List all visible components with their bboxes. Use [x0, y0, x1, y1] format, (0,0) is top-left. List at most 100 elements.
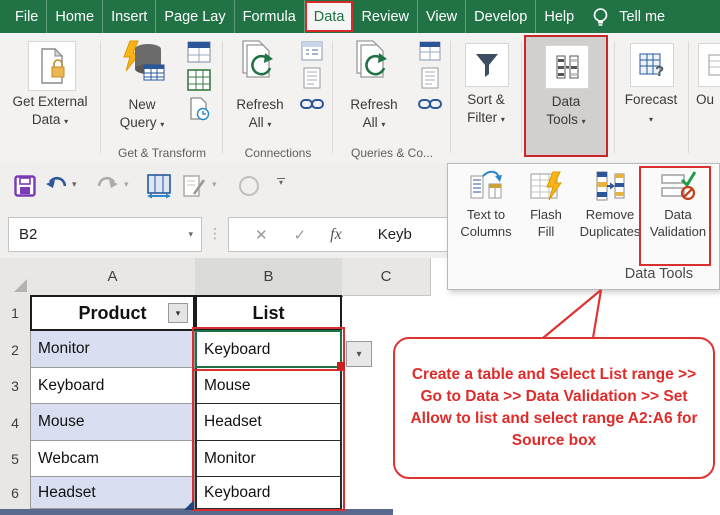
- group-separator: [521, 41, 522, 153]
- forecast-label: Forecast ▾: [616, 91, 686, 127]
- cell-a3[interactable]: Keyboard: [30, 368, 195, 404]
- data-validation-button[interactable]: DataValidation: [646, 170, 710, 241]
- cell-b2[interactable]: Keyboard: [195, 331, 342, 368]
- annotation-text: Create a table and Select List range >> …: [409, 364, 699, 452]
- group-label-queries: Queries & Co...: [334, 146, 450, 160]
- column-header-a[interactable]: A: [30, 258, 196, 296]
- ribbon: Get External Data ▾ New Que: [0, 33, 720, 164]
- edit-links-icon[interactable]: [418, 95, 442, 113]
- lightbulb-icon: [592, 7, 609, 27]
- tab-file[interactable]: File: [0, 0, 47, 33]
- refresh-all-button[interactable]: Refresh All ▾: [228, 39, 292, 132]
- new-query-icon: [116, 39, 168, 91]
- column-width-icon[interactable]: [146, 173, 172, 199]
- formula-bar-resize-dots[interactable]: ⋮: [208, 217, 222, 250]
- customize-qat-button[interactable]: ▾: [276, 178, 286, 187]
- group-get-external-data[interactable]: Get External Data ▾: [2, 33, 98, 163]
- new-query-button[interactable]: New Query ▾: [110, 39, 174, 132]
- refresh-all-label-2: Refresh All ▾: [342, 96, 406, 132]
- autofilter-dropdown-button[interactable]: ▾: [168, 303, 188, 323]
- forecast-icon: ?: [630, 43, 674, 87]
- tab-developer[interactable]: Develop: [466, 0, 536, 33]
- tab-insert[interactable]: Insert: [103, 0, 156, 33]
- sort-filter-label: Sort & Filter ▾: [452, 91, 520, 127]
- column-header-c[interactable]: C: [342, 258, 431, 296]
- row-header-6[interactable]: 6: [0, 477, 31, 510]
- tab-home[interactable]: Home: [47, 0, 103, 33]
- cell-a5[interactable]: Webcam: [30, 441, 195, 477]
- properties-icon[interactable]: [302, 67, 322, 89]
- tab-help[interactable]: Help: [536, 0, 582, 33]
- group-separator: [688, 41, 689, 153]
- tab-review[interactable]: Review: [353, 0, 418, 33]
- properties-icon[interactable]: [420, 67, 440, 89]
- edit-links-icon[interactable]: [300, 95, 324, 113]
- sort-filter-button[interactable]: Sort & Filter ▾: [452, 33, 520, 163]
- group-connections: Refresh All ▾ Connections: [224, 33, 332, 163]
- show-queries-icon[interactable]: [419, 41, 441, 61]
- cell-a2[interactable]: Monitor: [30, 331, 195, 368]
- row-header-4[interactable]: 4: [0, 404, 31, 442]
- edit-document-icon[interactable]: [182, 174, 206, 198]
- circle-icon[interactable]: [238, 175, 260, 197]
- row-header-2[interactable]: 2: [0, 331, 31, 369]
- cell-b6[interactable]: Keyboard: [195, 477, 342, 509]
- from-table-icon[interactable]: [187, 41, 211, 63]
- red-corner-marker: [337, 362, 345, 370]
- table-grid-icon[interactable]: [187, 69, 211, 91]
- fx-icon[interactable]: fx: [330, 226, 342, 244]
- flash-fill-button[interactable]: FlashFill: [518, 170, 574, 241]
- row-header-5[interactable]: 5: [0, 441, 31, 478]
- table-header-product: Product: [78, 303, 146, 324]
- text-to-columns-label: Text toColumns: [456, 207, 516, 241]
- column-header-b[interactable]: B: [195, 258, 343, 297]
- tab-page-layout[interactable]: Page Lay: [156, 0, 234, 33]
- text-to-columns-button[interactable]: Text toColumns: [456, 170, 516, 241]
- cell-b1[interactable]: List: [195, 295, 342, 331]
- row-header-3[interactable]: 3: [0, 368, 31, 405]
- select-all-corner[interactable]: [0, 258, 31, 296]
- excel-window: File Home Insert Page Lay Formula Data R…: [0, 0, 720, 515]
- name-box-dropdown-arrow[interactable]: ▾: [188, 229, 201, 240]
- table-resize-handle[interactable]: [183, 499, 195, 511]
- name-box-value: B2: [9, 226, 37, 243]
- refresh-all-icon: [235, 39, 285, 91]
- cell-a4[interactable]: Mouse: [30, 404, 195, 441]
- data-tools-button[interactable]: Data Tools ▾: [524, 35, 608, 157]
- remove-duplicates-button[interactable]: RemoveDuplicates: [576, 170, 644, 241]
- name-box[interactable]: B2 ▾: [8, 217, 202, 252]
- data-tools-flyout-panel: Text toColumns FlashFill: [447, 163, 720, 290]
- data-tools-icon: [545, 45, 589, 89]
- row-header-1[interactable]: 1: [0, 295, 31, 332]
- group-get-transform: New Query ▾ Get & Transform: [102, 33, 222, 163]
- redo-icon[interactable]: [96, 175, 120, 195]
- new-query-label: New Query ▾: [110, 96, 174, 132]
- edit-dropdown-chevron[interactable]: ▾: [212, 179, 217, 190]
- cell-b4[interactable]: Headset: [195, 404, 342, 441]
- redo-dropdown-chevron[interactable]: ▾: [124, 179, 129, 190]
- tab-view[interactable]: View: [418, 0, 466, 33]
- data-validation-label: DataValidation: [646, 207, 710, 241]
- undo-icon[interactable]: [44, 175, 68, 195]
- enter-check-icon[interactable]: ✓: [294, 226, 307, 244]
- undo-dropdown-chevron[interactable]: ▾: [72, 179, 77, 190]
- funnel-icon: [465, 43, 509, 87]
- recent-sources-icon[interactable]: [187, 97, 211, 121]
- save-icon[interactable]: [14, 175, 36, 197]
- cancel-icon[interactable]: ✕: [255, 226, 268, 244]
- cell-b5[interactable]: Monitor: [195, 441, 342, 477]
- forecast-button[interactable]: ? Forecast ▾: [616, 33, 686, 163]
- validation-dropdown-button[interactable]: ▾: [346, 341, 372, 367]
- tell-me-box[interactable]: Tell me: [582, 0, 675, 33]
- connection-properties-icon[interactable]: [301, 41, 323, 61]
- refresh-all-button-2[interactable]: Refresh All ▾: [342, 39, 406, 132]
- flash-fill-label: FlashFill: [518, 207, 574, 241]
- cell-a6[interactable]: Headset: [30, 477, 195, 509]
- tab-data[interactable]: Data: [305, 1, 354, 32]
- cell-b3[interactable]: Mouse: [195, 368, 342, 404]
- tab-formulas[interactable]: Formula: [235, 0, 305, 33]
- panel-group-label-data-tools: Data Tools: [625, 266, 693, 282]
- formula-bar-content: Keyb: [378, 226, 412, 243]
- outline-button[interactable]: Ou: [692, 33, 720, 163]
- group-separator: [332, 41, 333, 153]
